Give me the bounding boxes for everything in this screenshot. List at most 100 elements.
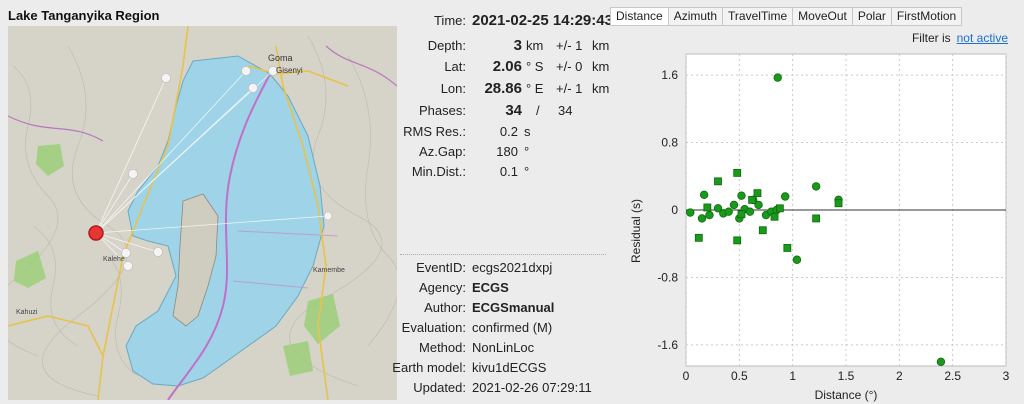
earthmodel-label: Earth model: <box>392 360 466 375</box>
residual-point-square <box>770 212 779 221</box>
updated-label: Updated: <box>413 380 466 395</box>
time-row: Time: 2021-02-25 14:29:43 <box>398 12 613 30</box>
tab-firstmotion[interactable]: FirstMotion <box>891 7 963 26</box>
earthmodel-row: Earth model: kivu1dECGS <box>392 359 608 377</box>
azgap-label: Az.Gap: <box>419 144 466 159</box>
rms-value: 0.2 <box>499 124 518 139</box>
x-tick-label: 0.5 <box>731 369 748 383</box>
place-label-kalehe: Kalehe <box>103 256 125 263</box>
phases-row: Phases: 34 / 34 <box>398 102 608 120</box>
residual-plot-canvas[interactable]: 0 0.5 1 1.5 2 2.5 3 1.6 0.8 0 -0.8 -1.6 <box>610 46 1024 386</box>
eventid-label: EventID: <box>416 260 466 275</box>
epicenter-marker[interactable] <box>88 225 104 241</box>
x-tick-label: 1.5 <box>838 369 855 383</box>
evaluation-value: confirmed (M) <box>472 320 553 335</box>
rms-row: RMS Res.: 0.2 s <box>398 123 608 141</box>
residual-point-square <box>733 168 742 177</box>
residual-point-circle <box>773 73 782 82</box>
map-canvas[interactable]: Goma Gisenyi Kalehe Kamembe Kahuzi <box>8 26 397 400</box>
place-label-kahuzi: Kahuzi <box>16 309 38 316</box>
y-axis-label: Residual (s) <box>629 198 643 264</box>
residual-point-circle <box>697 214 707 223</box>
residual-point-circle <box>780 192 790 201</box>
mindist-label: Min.Dist.: <box>411 164 466 179</box>
residual-point-square <box>758 226 767 235</box>
residual-point-square <box>812 214 821 223</box>
residual-point-square <box>714 177 722 186</box>
lat-row: Lat: 2.06 ° S +/- 0 km <box>398 58 610 76</box>
agency-row: Agency: ECGS <box>398 279 608 297</box>
place-label-kamembe: Kamembe <box>313 267 345 274</box>
filter-status: Filter is not active <box>912 31 1008 45</box>
earthmodel-value: kivu1dECGS <box>472 360 547 375</box>
lon-label: Lon: <box>440 81 466 96</box>
event-details-panel: Time: 2021-02-25 14:29:43 Depth: 3 km +/… <box>392 0 613 404</box>
x-tick-label: 0 <box>683 369 690 383</box>
residual-point-circle <box>936 357 946 366</box>
evaluation-label: Evaluation: <box>401 320 466 335</box>
lat-label: Lat: <box>444 59 466 74</box>
x-axis-label: Distance (°) <box>814 388 878 402</box>
rms-label: RMS Res.: <box>403 124 466 139</box>
time-label: Time: <box>433 13 466 28</box>
lon-unit: ° E <box>526 81 544 96</box>
lon-error: +/- 1 <box>556 81 583 96</box>
azgap-value: 180 <box>496 144 518 159</box>
residual-point-square <box>694 233 703 242</box>
map-title: Lake Tanganyika Region <box>8 8 160 23</box>
azgap-unit: ° <box>524 144 530 159</box>
y-tick-label: -1.6 <box>657 338 678 352</box>
residual-point-square <box>775 204 784 213</box>
residual-point-circle <box>792 255 802 264</box>
tab-traveltime[interactable]: TravelTime <box>723 7 794 26</box>
residual-point-square <box>748 195 757 204</box>
mindist-unit: ° <box>524 164 530 179</box>
author-label: Author: <box>424 300 466 315</box>
residual-point-circle <box>811 182 821 191</box>
time-value: 2021-02-25 14:29:43 <box>472 12 613 29</box>
eventid-value[interactable]: ecgs2021dxpj <box>472 259 552 277</box>
depth-unit: km <box>526 38 544 53</box>
residual-point-square <box>834 199 843 208</box>
depth-error: +/- 1 <box>556 38 583 53</box>
details-divider <box>400 254 606 255</box>
residual-plot[interactable]: 0 0.5 1 1.5 2 2.5 3 1.6 0.8 0 -0.8 -1.6 Residual (s… <box>610 46 1024 404</box>
tab-distance[interactable]: Distance <box>610 7 669 26</box>
residual-point-square <box>783 244 792 252</box>
lat-error-unit: km <box>592 59 610 74</box>
agency-label: Agency: <box>419 280 466 295</box>
agency-value: ECGS <box>472 280 509 295</box>
lon-row: Lon: 28.86 ° E +/- 1 km <box>398 80 610 98</box>
x-tick-label: 3 <box>1003 369 1010 383</box>
depth-label: Depth: <box>427 38 466 53</box>
rms-unit: s <box>524 124 531 139</box>
phases-total: 34 <box>558 103 573 118</box>
residual-point-square <box>703 203 712 212</box>
author-row: Author: ECGSmanual <box>398 299 608 317</box>
tab-moveout[interactable]: MoveOut <box>793 7 853 26</box>
x-tick-label: 1 <box>789 369 796 383</box>
depth-value: 3 <box>513 37 522 54</box>
azgap-row: Az.Gap: 180 ° <box>398 143 608 161</box>
x-tick-label: 2.5 <box>944 369 961 383</box>
filter-toggle-link[interactable]: not active <box>957 31 1008 45</box>
evaluation-row: Evaluation: confirmed (M) <box>398 319 608 337</box>
residual-point-circle <box>686 208 695 217</box>
lat-value: 2.06 <box>492 58 522 75</box>
y-tick-label: 0.8 <box>661 136 678 150</box>
author-value: ECGSmanual <box>472 300 555 315</box>
plot-tab-bar: Distance Azimuth TravelTime MoveOut Pola… <box>610 7 963 26</box>
residual-point-circle <box>737 191 746 200</box>
residual-point-circle <box>724 207 733 216</box>
residual-point-square <box>737 210 746 219</box>
tab-azimuth[interactable]: Azimuth <box>668 7 724 26</box>
y-tick-label: 0 <box>671 203 678 217</box>
place-label-gisenyi: Gisenyi <box>276 66 303 75</box>
x-tick-label: 2 <box>896 369 903 383</box>
event-map[interactable]: Goma Gisenyi Kalehe Kamembe Kahuzi <box>8 26 397 400</box>
method-label: Method: <box>419 340 466 355</box>
residual-point-circle <box>745 207 755 216</box>
tab-polar[interactable]: Polar <box>852 7 892 26</box>
phases-separator: / <box>536 103 540 118</box>
mindist-row: Min.Dist.: 0.1 ° <box>398 163 608 181</box>
